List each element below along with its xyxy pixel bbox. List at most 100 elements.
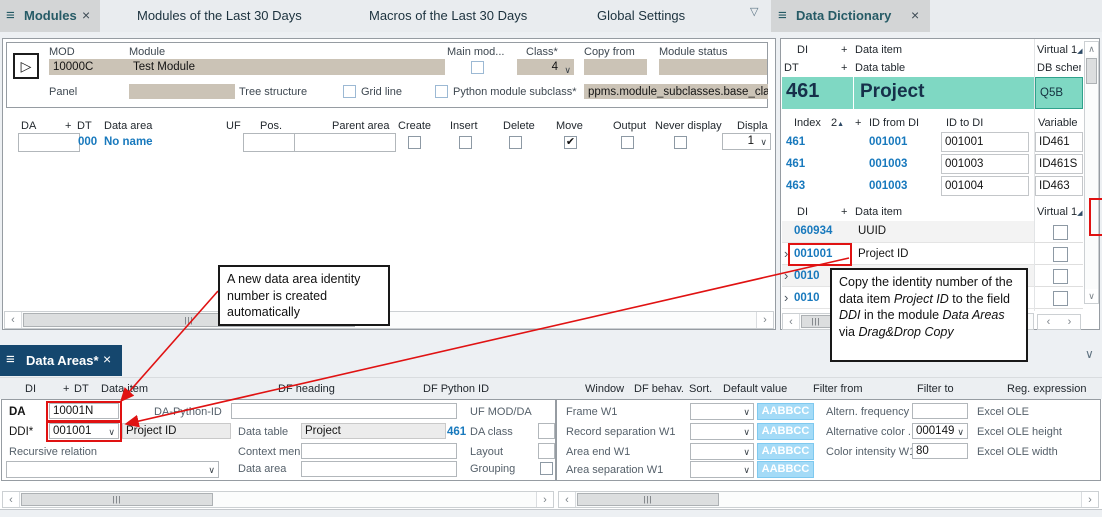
recursive-relation-dropdown[interactable]: ∨ (6, 461, 219, 478)
scroll-left-button[interactable]: ‹ (1038, 315, 1060, 329)
da-input[interactable] (18, 133, 80, 152)
alternative-color-dropdown[interactable]: 000149 ∨ (912, 423, 968, 439)
parent-area-input[interactable] (294, 133, 396, 152)
scroll-down-button[interactable]: ∨ (1085, 289, 1098, 303)
never-display-checkbox[interactable] (674, 136, 687, 149)
data-areas-tab[interactable]: ≡ Data Areas* × (0, 345, 122, 376)
mod-field[interactable]: 10000C (49, 59, 139, 75)
data-table-id[interactable]: 461 (447, 426, 466, 438)
layout-field[interactable] (538, 443, 555, 459)
hamburger-icon[interactable]: ≡ (778, 7, 787, 24)
virtual-checkbox[interactable] (1053, 269, 1068, 284)
color-intensity-w1-field[interactable]: 80 (912, 443, 968, 459)
plus-icon[interactable]: + (841, 62, 847, 74)
hamburger-icon[interactable]: ≡ (6, 351, 15, 368)
python-subclass-field[interactable]: ppms.module_subclasses.base_clas (584, 84, 768, 99)
tab-global-settings[interactable]: Global Settings (597, 8, 685, 23)
module-status-field[interactable] (659, 59, 767, 75)
index-row-dt[interactable]: 463 (786, 180, 805, 192)
create-checkbox[interactable] (408, 136, 421, 149)
chevron-down-icon[interactable]: ▽ (750, 5, 758, 18)
scrollbar-thumb[interactable]: ||| (21, 493, 213, 506)
scroll-left-button[interactable]: ‹ (559, 492, 576, 507)
dt-value[interactable]: 000 (78, 136, 97, 148)
python-subclass-checkbox[interactable] (435, 85, 448, 98)
run-module-button[interactable]: ▷ (13, 53, 39, 79)
scroll-right-button[interactable]: › (1081, 492, 1098, 507)
record-separation-w1-color-field[interactable]: AABBCC (757, 423, 814, 440)
data-areas-hscrollbar-left[interactable]: ‹ ||| › (2, 491, 554, 508)
plus-icon[interactable]: + (841, 206, 847, 218)
panel-field[interactable] (129, 84, 235, 99)
context-menu-field[interactable] (301, 443, 457, 459)
scrollbar-thumb[interactable] (1086, 58, 1097, 84)
index-row-to[interactable]: 001001 (941, 132, 1029, 152)
area-separation-w1-dropdown[interactable]: ∨ (690, 461, 754, 478)
scroll-left-button[interactable]: ‹ (5, 312, 22, 328)
display-dropdown[interactable]: 1 ∨ (722, 133, 771, 150)
item-di[interactable]: 0010 (794, 270, 820, 282)
collapse-chevron-icon[interactable]: ∨ (1085, 347, 1094, 361)
tab-modules[interactable]: ≡ Modules × (0, 0, 100, 32)
area-end-w1-dropdown[interactable]: ∨ (690, 443, 754, 460)
scrollbar-thumb[interactable]: ||| (801, 315, 831, 328)
index-row-variable[interactable]: ID461S (1035, 154, 1083, 174)
scroll-right-button[interactable]: › (536, 492, 553, 507)
tab-modules-last-30-days[interactable]: Modules of the Last 30 Days (137, 8, 302, 23)
virtual-checkbox[interactable] (1053, 247, 1068, 262)
frame-w1-color-field[interactable]: AABBCC (757, 403, 814, 420)
tab-data-dictionary[interactable]: ≡ Data Dictionary × (771, 0, 930, 32)
close-icon[interactable]: × (103, 351, 111, 367)
close-icon[interactable]: × (82, 7, 90, 23)
scroll-left-button[interactable]: ‹ (3, 492, 20, 507)
scroll-right-button[interactable]: › (1059, 315, 1080, 329)
index-row-to[interactable]: 001003 (941, 154, 1029, 174)
sort-priority[interactable]: 2▲ (831, 117, 844, 129)
selected-table-db-cell[interactable]: Q5B (1035, 77, 1083, 109)
virtual-checkbox[interactable] (1053, 225, 1068, 240)
pos-input[interactable] (243, 133, 295, 152)
expander-icon[interactable]: › (784, 291, 788, 304)
data-area-name[interactable]: No name (104, 136, 153, 148)
close-icon[interactable]: × (911, 7, 919, 23)
area-end-w1-color-field[interactable]: AABBCC (757, 443, 814, 460)
virtual-hscrollbar[interactable]: ‹ › (1037, 314, 1081, 330)
index-row-variable[interactable]: ID461 (1035, 132, 1083, 152)
item-di[interactable]: 0010 (794, 292, 820, 304)
index-row-from[interactable]: 001003 (869, 158, 907, 170)
item-di[interactable]: 060934 (794, 225, 832, 237)
main-mod-checkbox[interactable] (471, 61, 484, 74)
plus-icon[interactable]: + (855, 117, 861, 129)
insert-checkbox[interactable] (459, 136, 472, 149)
selected-table-name-cell[interactable]: Project (854, 77, 1034, 109)
index-row-variable[interactable]: ID463 (1035, 176, 1083, 196)
scrollbar-thumb[interactable]: ||| (577, 493, 719, 506)
plus-icon[interactable]: + (63, 383, 69, 395)
dictionary-vscrollbar[interactable]: ∧ ∨ (1084, 41, 1099, 304)
index-row-dt[interactable]: 461 (786, 158, 805, 170)
altern-frequency-field[interactable] (912, 403, 968, 419)
plus-icon[interactable]: + (841, 44, 847, 56)
scroll-right-button[interactable]: › (756, 312, 773, 328)
move-checkbox[interactable]: ✔ (564, 136, 577, 149)
index-row-dt[interactable]: 461 (786, 136, 805, 148)
grouping-checkbox[interactable] (540, 462, 553, 475)
index-row-from[interactable]: 001003 (869, 180, 907, 192)
delete-checkbox[interactable] (509, 136, 522, 149)
item-name[interactable]: Project ID (858, 248, 909, 260)
selected-table-dt-cell[interactable]: 461 (782, 77, 853, 109)
record-separation-w1-dropdown[interactable]: ∨ (690, 423, 754, 440)
virtual-checkbox[interactable] (1053, 291, 1068, 306)
output-checkbox[interactable] (621, 136, 634, 149)
plus-icon[interactable]: + (65, 120, 71, 132)
item-name[interactable]: UUID (858, 225, 886, 237)
class-dropdown[interactable]: 4 ∨ (517, 59, 574, 75)
index-row-to[interactable]: 001004 (941, 176, 1029, 196)
data-areas-hscrollbar-right[interactable]: ‹ ||| › (558, 491, 1099, 508)
data-area-field[interactable] (301, 461, 457, 477)
scroll-up-button[interactable]: ∧ (1085, 42, 1098, 56)
da-class-field[interactable] (538, 423, 555, 439)
hamburger-icon[interactable]: ≡ (6, 7, 15, 24)
tab-macros-last-30-days[interactable]: Macros of the Last 30 Days (369, 8, 527, 23)
module-field[interactable]: Test Module (129, 59, 445, 75)
